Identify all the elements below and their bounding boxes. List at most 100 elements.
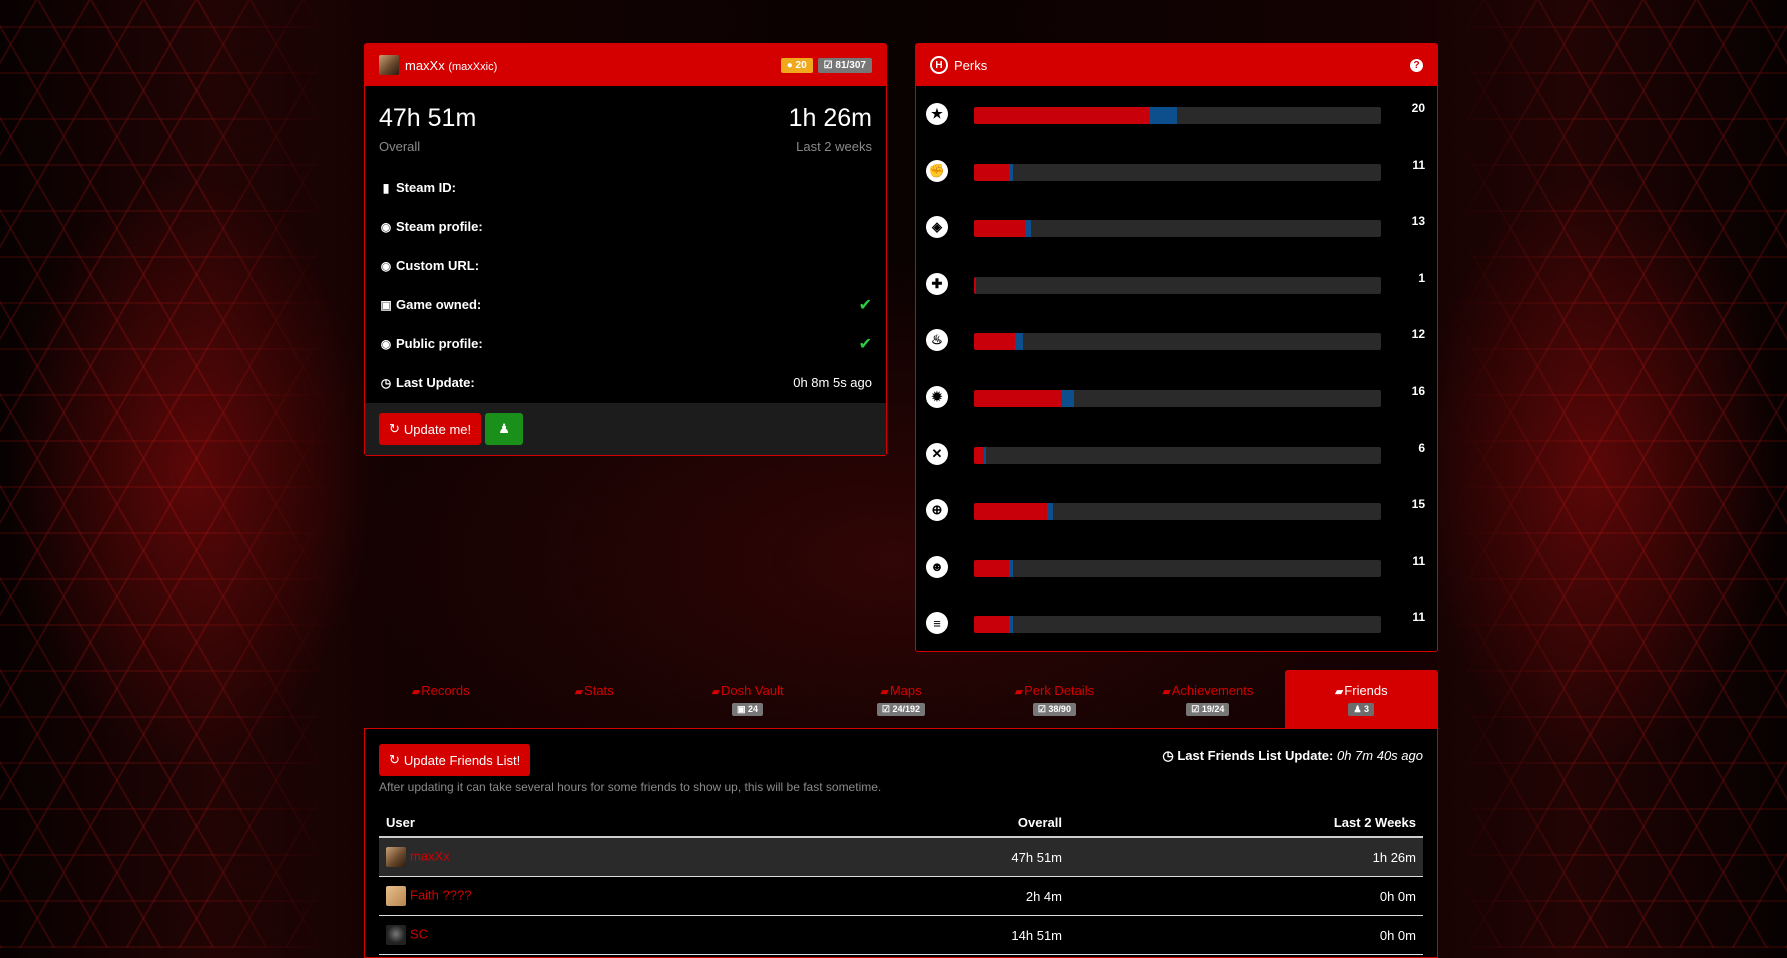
custom-url-row: ◉ Custom URL: [379, 246, 872, 285]
update-me-button[interactable]: ↻ Update me! [379, 413, 482, 445]
perk-progress-bar [974, 163, 1381, 181]
achievements-count: 81/307 [835, 59, 866, 71]
tab-badge: ♟ 3 [1348, 703, 1375, 716]
last-update-row: ◷ Last Update: 0h 8m 5s ago [379, 363, 872, 402]
column-overall[interactable]: Overall [755, 808, 1069, 838]
firebug-icon: ♨ [926, 329, 948, 352]
perk-progress-bar [974, 276, 1381, 294]
perk-xp-fill [1047, 503, 1054, 521]
folder-icon: ▰ [574, 686, 584, 698]
sharpshooter-icon: ⊕ [926, 499, 948, 522]
folder-icon: ▰ [411, 686, 421, 698]
globe-icon: ◉ [380, 219, 392, 234]
tab-label: ▰Perk Details [978, 683, 1131, 698]
perk-progress-bar [974, 333, 1381, 351]
gunslinger-icon: ☻ [926, 555, 948, 578]
badge-icon: ☑ [881, 704, 893, 714]
table-row: maxXx 47h 51m 1h 26m [379, 837, 1423, 877]
perk-row: ⊕ 15 [916, 489, 1437, 529]
eye-icon: ◉ [380, 336, 392, 351]
tab-badge: ☑ 24/192 [876, 703, 926, 716]
clock-icon: ◷ [380, 375, 392, 390]
perk-level-fill [974, 333, 1015, 351]
profile-user-button[interactable]: ♟ [485, 413, 524, 445]
perk-row: ✚ 1 [916, 263, 1437, 303]
perk-xp-fill [1008, 616, 1013, 634]
update-friends-label: Update Friends List! [403, 752, 521, 768]
perk-row: ♨ 12 [916, 319, 1437, 359]
overall-time: 47h 51m [379, 104, 477, 132]
help-icon[interactable]: ? [1410, 58, 1423, 72]
clock-icon: ◷ [1162, 748, 1174, 763]
badge-count: 3 [1364, 704, 1370, 714]
tab-dosh-vault[interactable]: ▰Dosh Vault ▣ 24 [671, 670, 824, 728]
perk-xp-fill [984, 446, 987, 464]
column-recent[interactable]: Last 2 Weeks [1069, 808, 1423, 838]
folder-icon: ▰ [880, 686, 889, 698]
tab-text: Dosh Vault [720, 683, 784, 698]
survivalist-icon: ≡ [926, 612, 948, 635]
perk-progress-bar [974, 220, 1381, 238]
tab-stats[interactable]: ▰Stats [517, 670, 670, 728]
user-cell: SC [379, 915, 755, 955]
perk-xp-fill [1014, 333, 1023, 351]
globe-icon: ◉ [380, 258, 392, 273]
tab-records[interactable]: ▰Records [364, 670, 517, 728]
perk-level: 13 [1411, 214, 1425, 229]
perk-progress-bar [974, 390, 1381, 407]
steam-profile-row: ◉ Steam profile: [379, 207, 872, 246]
background-pattern-left [0, 0, 340, 948]
column-user[interactable]: User [379, 808, 755, 838]
user-link[interactable]: SC [410, 926, 428, 941]
tab-label: ▰Records [364, 683, 517, 698]
tab-friends[interactable]: ▰Friends ♟ 3 [1284, 670, 1438, 728]
badge-count: 19/24 [1201, 704, 1225, 714]
table-header: User Overall Last 2 Weeks [379, 808, 1423, 838]
perk-row: ★ 20 [916, 93, 1437, 133]
perk-level-fill [974, 390, 1062, 407]
perk-row: ✕ 6 [916, 433, 1437, 473]
update-me-label: Update me! [403, 421, 472, 437]
avatar [386, 886, 406, 906]
user-link[interactable]: maxXx [410, 848, 450, 863]
perk-progress-bar [974, 107, 1381, 124]
tab-text: Perk Details [1024, 683, 1095, 698]
perk-row: ≡ 11 [916, 602, 1437, 642]
tab-text: Friends [1344, 683, 1388, 698]
tab-label: ▰Achievements [1131, 683, 1284, 698]
user-icon: ♟ [498, 421, 510, 436]
avatar [386, 847, 406, 867]
tab-maps[interactable]: ▰Maps ☑ 24/192 [824, 670, 977, 728]
perk-progress-bar [974, 503, 1381, 521]
tab-text: Maps [889, 683, 922, 698]
row-label: Game owned: [396, 297, 482, 312]
demolitionist-icon: ✹ [926, 386, 948, 408]
table-row: Faith ???? 2h 4m 0h 0m [379, 876, 1423, 916]
profile-details: ▮ Steam ID: ◉ Steam profile: ◉ Custom UR… [365, 154, 886, 402]
tab-badge: ☑ 38/90 [1032, 703, 1076, 716]
perk-level: 11 [1412, 553, 1425, 568]
swat-icon: ✕ [926, 442, 948, 465]
overall-cell: 47h 51m [755, 837, 1069, 877]
briefcase-icon: ▣ [380, 297, 392, 312]
perk-level-fill [974, 446, 985, 464]
profile-panel: maxXx (maxXxic) ● 20 ☑ 81/307 47h 51m Ov… [364, 43, 887, 456]
perk-progress-bar [974, 446, 1381, 464]
perk-xp-fill [1061, 390, 1074, 407]
tab-achievements[interactable]: ▰Achievements ☑ 19/24 [1131, 670, 1284, 728]
perk-progress-bar [974, 559, 1381, 577]
update-friends-button[interactable]: ↻ Update Friends List! [379, 744, 531, 776]
perks-logo-icon: H [930, 56, 948, 74]
user-link[interactable]: Faith ???? [410, 887, 471, 902]
support-icon: ◈ [926, 216, 948, 239]
last-update-value: 0h 8m 5s ago [793, 375, 872, 390]
badge-count: 24 [748, 704, 759, 714]
badge-icon: ▣ [737, 704, 749, 714]
tab-label: ▰Friends [1285, 683, 1438, 698]
friends-panel: ↻ Update Friends List! ◷ Last Friends Li… [364, 728, 1438, 958]
tab-perk-details[interactable]: ▰Perk Details ☑ 38/90 [978, 670, 1131, 728]
tab-bar: ▰Records ▰Stats ▰Dosh Vault ▣ 24 ▰Maps ☑ 24/1… [364, 670, 1438, 728]
perk-level: 11 [1412, 610, 1425, 625]
folder-icon: ▰ [1014, 686, 1024, 698]
coin-icon: ● [786, 59, 793, 71]
